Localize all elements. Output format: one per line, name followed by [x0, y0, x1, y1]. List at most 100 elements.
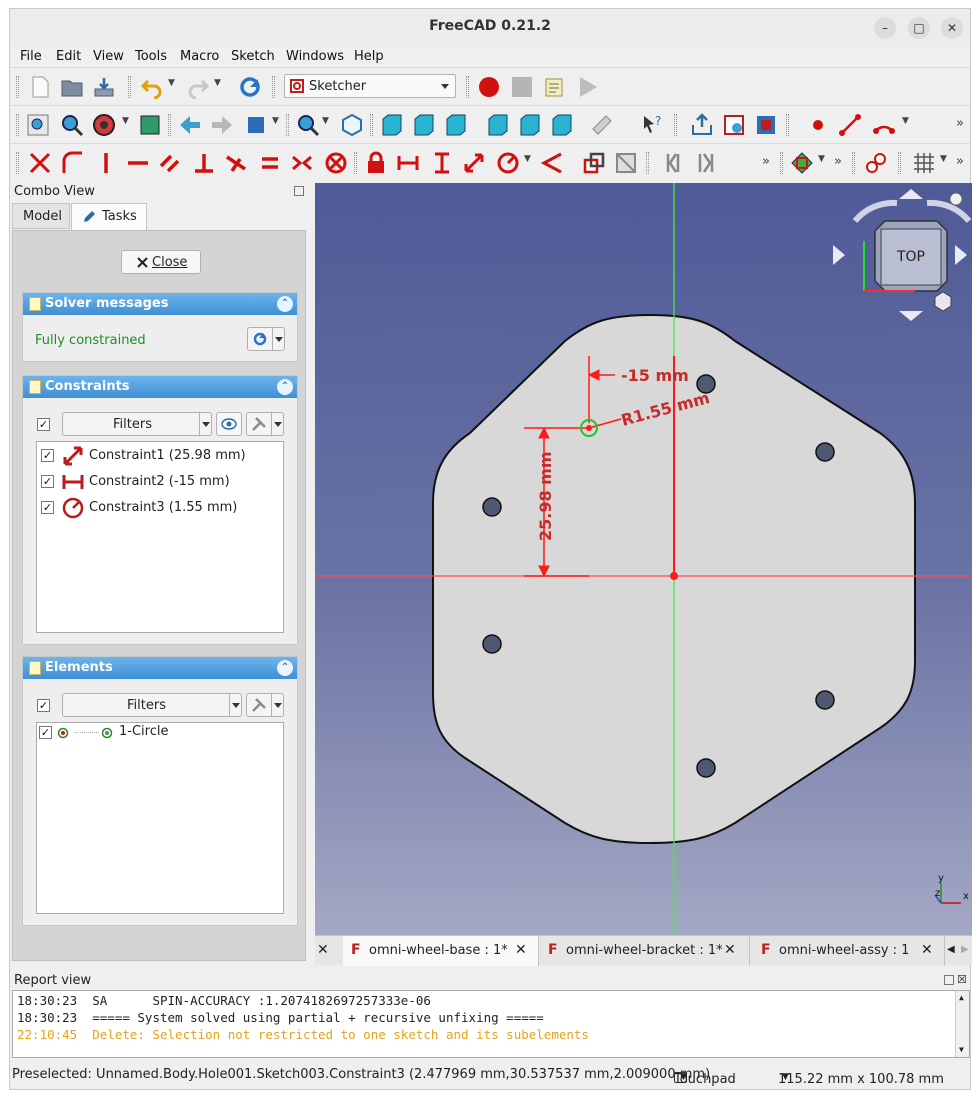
stop-macro-icon[interactable] — [510, 75, 534, 99]
left-view-icon[interactable] — [550, 113, 574, 137]
bottom-view-icon[interactable] — [518, 113, 542, 137]
constraints-header[interactable]: Constraints ⌃ — [23, 376, 297, 398]
tab-omni-wheel-bracket[interactable]: F omni-wheel-bracket : 1* ✕ — [540, 936, 750, 966]
fit-all-icon[interactable] — [26, 113, 50, 137]
create-line-icon[interactable] — [838, 113, 862, 137]
reference-constraint-icon[interactable] — [696, 151, 720, 175]
select-conflicting-icon[interactable] — [864, 151, 888, 175]
isometric-view-icon[interactable] — [340, 113, 364, 137]
rotate-right-arrow-icon[interactable] — [926, 199, 972, 223]
constrain-distance-icon[interactable] — [462, 151, 486, 175]
menu-view[interactable]: View — [93, 49, 124, 64]
view-sketch-icon[interactable] — [722, 113, 746, 137]
collapse-icon[interactable]: ⌃ — [277, 660, 293, 676]
toolbar-grip[interactable] — [898, 152, 901, 174]
constrain-tangent-icon[interactable] — [224, 151, 248, 175]
list-item[interactable]: ✓ Constraint2 (-15 mm) — [37, 469, 283, 495]
constrain-block-icon[interactable] — [324, 151, 348, 175]
whats-this-icon[interactable]: ? — [640, 113, 664, 137]
collapse-icon[interactable]: ⌃ — [277, 379, 293, 395]
constrain-radius-dropdown-icon[interactable]: ▼ — [524, 154, 531, 164]
tab-omni-wheel-base[interactable]: F omni-wheel-base : 1* ✕ — [343, 936, 539, 966]
constrain-horizontal-distance-icon[interactable] — [396, 151, 420, 175]
hole-circle[interactable] — [482, 634, 502, 654]
constraint-checkbox[interactable]: ✓ — [41, 449, 54, 462]
save-icon[interactable] — [92, 75, 116, 99]
circle-center-icon[interactable] — [101, 727, 113, 739]
constrain-symmetric-icon[interactable] — [290, 151, 314, 175]
constrain-coincident-icon[interactable] — [28, 151, 52, 175]
scroll-tabs-right-icon[interactable]: ▶ — [961, 944, 969, 955]
hole-circle[interactable] — [696, 758, 716, 778]
bounding-box-icon[interactable] — [138, 113, 162, 137]
list-item[interactable]: ✓ Constraint1 (25.98 mm) — [37, 443, 283, 469]
zoom-dropdown-icon[interactable]: ▼ — [322, 116, 329, 126]
front-view-icon[interactable] — [380, 113, 404, 137]
tab-omni-wheel-assy[interactable]: F omni-wheel-assy : 1 ✕ — [753, 936, 945, 966]
more-constraints-icon[interactable]: » — [762, 154, 770, 169]
visibility-toggle-button[interactable] — [216, 412, 242, 436]
workbench-selector[interactable]: Sketcher — [284, 74, 456, 98]
zoom-icon[interactable] — [296, 113, 320, 137]
back-arrow-icon[interactable] — [178, 113, 202, 137]
constrain-angle-icon[interactable] — [540, 151, 564, 175]
vertical-dimension-label[interactable]: 25.98 mm — [536, 451, 555, 541]
toolbar-grip[interactable] — [168, 114, 171, 136]
undo-dropdown-icon[interactable]: ▼ — [168, 78, 175, 88]
pan-down-arrow-icon[interactable] — [899, 311, 923, 321]
measure-distance-icon[interactable] — [590, 113, 614, 137]
grid-dropdown-icon[interactable]: ▼ — [940, 154, 947, 164]
redo-icon[interactable] — [186, 75, 210, 99]
pan-right-arrow-icon[interactable] — [955, 245, 967, 265]
menu-edit[interactable]: Edit — [56, 49, 81, 64]
rotate-left-arrow-icon[interactable] — [852, 199, 898, 223]
constraint-checkbox[interactable]: ✓ — [41, 475, 54, 488]
menu-file[interactable]: File — [20, 49, 42, 64]
view-cube-small-icon[interactable] — [934, 291, 952, 312]
scroll-tabs-left-icon[interactable]: ◀ — [947, 944, 955, 955]
tab-tasks[interactable]: Tasks — [71, 203, 147, 230]
constraints-select-all-checkbox[interactable]: ✓ — [37, 418, 50, 431]
toggle-constraint-icon[interactable] — [582, 151, 606, 175]
elements-header[interactable]: Elements ⌃ — [23, 657, 297, 679]
maximize-button[interactable]: □ — [908, 17, 930, 39]
fit-selection-icon[interactable] — [60, 113, 84, 137]
menu-help[interactable]: Help — [354, 49, 384, 64]
list-item[interactable]: ✓ 1-Circle — [37, 723, 283, 743]
toolbar-grip[interactable] — [466, 76, 469, 98]
undo-icon[interactable] — [140, 75, 164, 99]
open-folder-icon[interactable] — [60, 75, 84, 99]
top-view-icon[interactable] — [412, 113, 436, 137]
navigation-cube[interactable]: TOP — [833, 189, 972, 321]
create-point-icon[interactable] — [806, 113, 830, 137]
more-grid-icon[interactable]: » — [956, 154, 964, 169]
toolbar-grip[interactable] — [16, 76, 19, 98]
create-arc-icon[interactable] — [872, 113, 896, 137]
constrain-vertical-icon[interactable] — [94, 151, 118, 175]
elements-filter-dropdown[interactable]: Filters — [62, 693, 242, 717]
constrain-lock-icon[interactable] — [364, 151, 388, 175]
constrain-equal-icon[interactable] — [258, 151, 282, 175]
constraints-settings-button[interactable] — [246, 412, 284, 436]
toolbar-grip[interactable] — [780, 152, 783, 174]
sketch-viewport[interactable]: -15 mm R1.55 mm 25.98 mm TOP y x z — [315, 183, 972, 935]
validate-dropdown-icon[interactable]: ▼ — [818, 154, 825, 164]
sketch-canvas[interactable]: -15 mm R1.55 mm 25.98 mm TOP y x z — [315, 183, 972, 935]
circle-center-point[interactable] — [586, 425, 592, 431]
hole-circle[interactable] — [815, 442, 835, 462]
constraints-filter-dropdown[interactable]: Filters — [62, 412, 212, 436]
close-window-button[interactable]: ✕ — [941, 17, 963, 39]
hole-circle[interactable] — [815, 690, 835, 710]
menu-macro[interactable]: Macro — [180, 49, 219, 64]
toolbar-grip[interactable] — [354, 152, 357, 174]
refresh-icon[interactable] — [238, 75, 262, 99]
forward-arrow-icon[interactable] — [210, 113, 234, 137]
rear-view-icon[interactable] — [486, 113, 510, 137]
more-tools-icon[interactable]: » — [956, 116, 964, 131]
tab-model[interactable]: Model — [12, 203, 70, 229]
constrain-parallel-icon[interactable] — [158, 151, 182, 175]
toolbar-grip[interactable] — [674, 114, 677, 136]
constrain-perpendicular-icon[interactable] — [192, 151, 216, 175]
circle-edge-icon[interactable] — [57, 727, 69, 739]
constrain-radius-icon[interactable] — [496, 151, 520, 175]
